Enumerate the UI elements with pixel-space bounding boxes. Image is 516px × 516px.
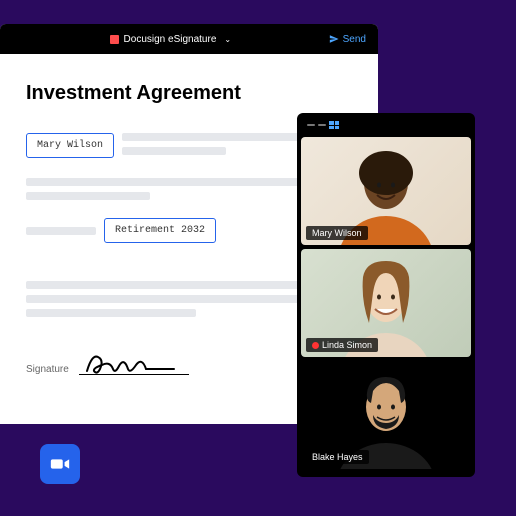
participant-name: Linda Simon [322,340,372,350]
brand: Docusign eSignature ⌄ [110,34,232,45]
document-header: Docusign eSignature ⌄ Send [0,24,378,54]
participant-name: Blake Hayes [312,452,363,462]
send-label: Send [343,34,366,45]
placeholder-line [26,309,196,317]
signature-icon [84,351,179,377]
placeholder-line [26,227,96,235]
video-header [301,117,471,133]
placeholder-line [26,192,150,200]
name-field[interactable]: Mary Wilson [26,133,114,158]
video-tile[interactable]: Linda Simon [301,249,471,357]
participant-name-tag: Blake Hayes [306,450,369,464]
zoom-app-icon[interactable] [40,444,80,484]
send-icon [329,34,339,44]
placeholder-line [122,147,225,155]
mic-muted-icon [312,342,319,349]
participant-name-tag: Linda Simon [306,338,378,352]
signature-field[interactable] [79,347,189,375]
chevron-down-icon[interactable]: ⌄ [224,35,231,44]
participant-name: Mary Wilson [312,228,362,238]
video-tile[interactable]: Mary Wilson [301,137,471,245]
window-control-icon[interactable] [307,124,315,126]
video-call-panel: Mary Wilson Linda Simon Bl [297,113,475,477]
document-title: Investment Agreement [26,82,352,105]
docusign-logo-icon [110,35,119,44]
send-button[interactable]: Send [329,34,366,45]
brand-label: Docusign eSignature [124,34,217,45]
grid-view-icon[interactable] [329,121,339,129]
participant-name-tag: Mary Wilson [306,226,368,240]
plan-field[interactable]: Retirement 2032 [104,218,216,243]
video-tile[interactable]: Blake Hayes [301,361,471,469]
video-camera-icon [49,453,71,475]
window-control-icon[interactable] [318,124,326,126]
signature-label: Signature [26,364,69,375]
